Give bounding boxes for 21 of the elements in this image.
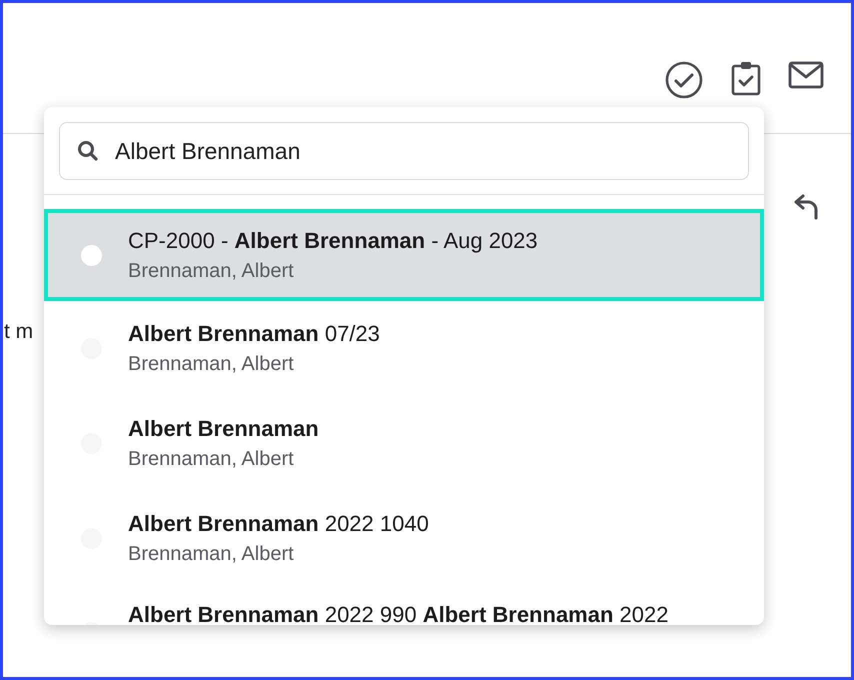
result-subtitle: Brennaman, Albert [128,260,295,282]
result-item[interactable]: Albert Brennaman 2022 1040 Brennaman, Albert [44,491,764,586]
result-subtitle: Brennaman, Albert [128,543,295,566]
result-title: CP-2000 - Albert Brennaman - Aug 2023 [128,228,538,254]
result-subtitle: Brennaman, Albert [128,353,295,376]
result-item[interactable]: Albert Brennaman 2022 990 Albert Brennaman 2022 [44,586,764,625]
result-title: Albert Brennaman 2022 990 Albert Brennaman 2022 [128,602,668,625]
result-title: Albert Brennaman 07/23 [128,321,380,347]
result-item[interactable]: Albert Brennaman Brennaman, Albert [44,396,764,491]
body-text: t m [4,320,34,344]
mail-icon[interactable] [788,60,824,90]
result-item[interactable]: Albert Brennaman 07/23 Brennaman, Albert [44,301,764,396]
result-title: Albert Brennaman 2022 1040 [128,511,429,537]
radio-dot [81,244,102,266]
search-icon [77,140,99,162]
result-subtitle: Brennaman, Albert [128,448,295,471]
result-item[interactable]: CP-2000 - Albert Brennaman - Aug 2023 Brennaman, Albert [44,209,764,301]
clipboard-check-icon[interactable] [730,60,762,96]
search-field[interactable]: Albert Brennaman [59,122,749,180]
check-circle-icon[interactable] [664,60,704,100]
result-title: Albert Brennaman [128,416,319,442]
